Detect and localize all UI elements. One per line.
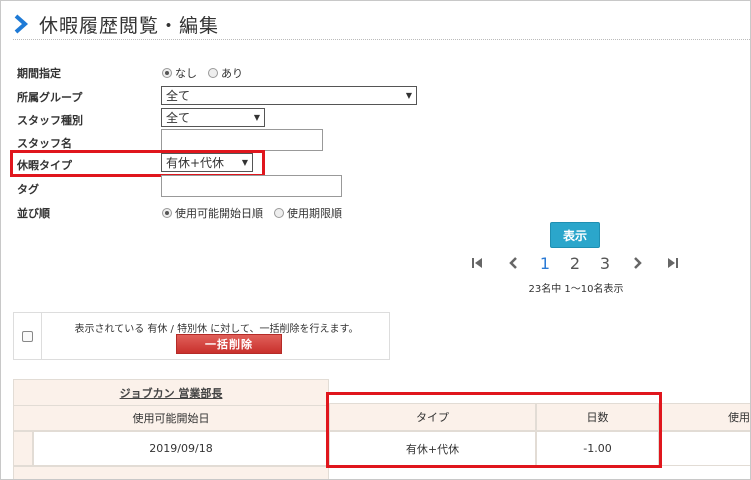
first-page-icon[interactable] (469, 253, 485, 273)
group-label: 所属グループ (17, 91, 83, 104)
page-header: 休暇履歴閲覧・編集 (13, 9, 219, 39)
show-button[interactable]: 表示 (550, 222, 600, 248)
period-radio-group: なし あり (162, 65, 243, 81)
period-radio-some[interactable] (208, 68, 218, 78)
order-radio-group: 使用可能開始日順 使用期限順 (162, 205, 342, 221)
period-radio-none[interactable] (162, 68, 172, 78)
order-label: 並び順 (17, 207, 50, 220)
period-label: 期間指定 (17, 67, 61, 80)
period-option-some-label: あり (221, 67, 243, 80)
bulk-delete-panel: 表示されている 有休 / 特別休 に対して、一括削除を行えます。 一括削除 (13, 312, 390, 360)
staff-type-select[interactable]: 全て ▼ (161, 108, 265, 127)
staff-name-input[interactable] (161, 129, 323, 151)
tag-input[interactable] (161, 175, 342, 197)
staff-name-link[interactable]: ジョブカン 営業部長 (120, 385, 223, 401)
staff-type-label: スタッフ種別 (17, 114, 83, 127)
pagination-info: 23名中 1〜10名表示 (528, 284, 624, 295)
chevron-right-icon (14, 14, 29, 34)
row-stub-cell (13, 431, 33, 466)
order-option-expiry-label: 使用期限順 (287, 207, 342, 220)
staff-type-select-value: 全て (166, 111, 191, 125)
next-row-stub (13, 466, 329, 479)
page-title: 休暇履歴閲覧・編集 (39, 14, 220, 37)
type-days-highlight (326, 392, 662, 468)
row-start-date-cell: 2019/09/18 (33, 431, 329, 466)
bulk-check-cell (14, 313, 42, 359)
order-radio-expiry[interactable] (274, 208, 284, 218)
row-use-cell: - (659, 431, 750, 466)
period-option-none-label: なし (175, 67, 197, 80)
order-option-start-date-label: 使用可能開始日順 (175, 207, 263, 220)
order-radio-start-date[interactable] (162, 208, 172, 218)
page-3-link[interactable]: 3 (597, 253, 613, 273)
page-1-link[interactable]: 1 (537, 253, 553, 273)
page-2-link[interactable]: 2 (567, 253, 583, 273)
staff-name-label: スタッフ名 (17, 137, 72, 150)
group-select-value: 全て (166, 89, 191, 103)
group-select[interactable]: 全て ▼ (161, 86, 417, 105)
staff-name-cell: ジョブカン 営業部長 (13, 379, 329, 405)
prev-page-icon[interactable] (505, 253, 521, 273)
bulk-delete-button[interactable]: 一括削除 (176, 334, 282, 354)
next-page-icon[interactable] (630, 253, 646, 273)
dropdown-arrow-icon: ▼ (253, 113, 260, 122)
column-header-start-date: 使用可能開始日 (13, 405, 329, 431)
last-page-icon[interactable] (665, 253, 681, 273)
dropdown-arrow-icon: ▼ (405, 91, 412, 100)
bulk-delete-message: 表示されている 有休 / 特別休 に対して、一括削除を行えます。 (74, 324, 359, 335)
title-divider (13, 39, 750, 40)
select-all-checkbox[interactable] (22, 330, 33, 342)
tag-label: タグ (17, 183, 39, 196)
page-frame: 休暇履歴閲覧・編集 期間指定 なし あり 所属グループ 全て ▼ スタッフ種別 … (0, 0, 751, 480)
leave-type-highlight (10, 150, 265, 177)
column-header-use: 使用 (659, 403, 750, 431)
